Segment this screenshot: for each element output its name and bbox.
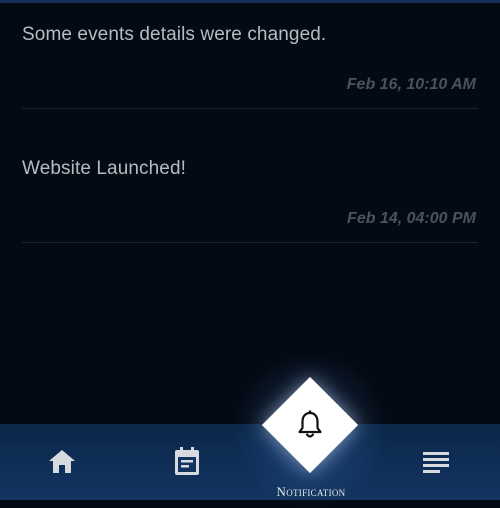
- nav-home-button[interactable]: [30, 424, 94, 500]
- notification-message: Website Launched!: [22, 158, 187, 179]
- notification-timestamp: Feb 16, 10:10 AM: [346, 76, 476, 93]
- notification-item[interactable]: Website Launched! Feb 14, 04:00 PM: [22, 134, 478, 243]
- nav-calendar-button[interactable]: [155, 424, 219, 500]
- notification-item[interactable]: Some events details were changed. Feb 16…: [22, 0, 478, 109]
- home-icon: [49, 450, 75, 473]
- nav-notification-icon-wrap[interactable]: [294, 409, 326, 441]
- notification-message: Some events details were changed.: [22, 24, 327, 45]
- notification-timestamp: Feb 14, 04:00 PM: [347, 210, 476, 227]
- nav-menu-button[interactable]: [404, 424, 468, 500]
- menu-icon: [423, 452, 449, 473]
- calendar-icon: [175, 447, 199, 475]
- bell-icon: [298, 410, 322, 438]
- nav-notification-label[interactable]: Notification: [240, 484, 382, 500]
